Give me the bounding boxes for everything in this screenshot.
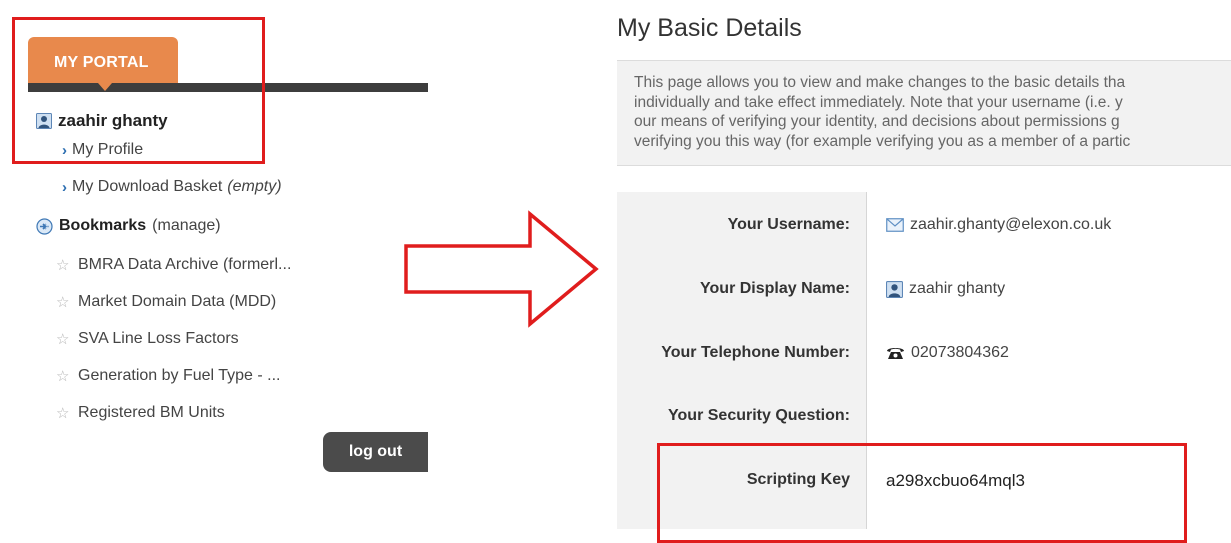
- telephone-icon: [887, 348, 904, 359]
- logout-button[interactable]: log out: [323, 432, 428, 472]
- bookmarks-header: Bookmarks (manage): [36, 217, 221, 235]
- bookmark-label: BMRA Data Archive (formerl...: [78, 255, 292, 273]
- scripting-key-value[interactable]: a298xcbuo64mql3: [886, 471, 1025, 491]
- user-icon: [886, 280, 903, 298]
- bookmark-label: Market Domain Data (MDD): [78, 292, 277, 310]
- star-outline-icon[interactable]: ☆: [56, 367, 70, 385]
- scripting-key-text: a298xcbuo64mql3: [886, 471, 1025, 490]
- user-name-row[interactable]: zaahir ghanty: [36, 111, 168, 131]
- username-value[interactable]: zaahir.ghanty@elexon.co.uk: [886, 216, 1111, 234]
- my-download-basket-label: My Download Basket: [72, 178, 223, 195]
- my-profile-link[interactable]: › My Profile: [62, 141, 143, 159]
- bookmark-list: ☆ BMRA Data Archive (formerl... ☆ Market…: [56, 246, 291, 431]
- bookmark-label: SVA Line Loss Factors: [78, 329, 239, 347]
- portal-tab-pointer: [98, 83, 112, 91]
- page-title: My Basic Details: [617, 14, 802, 42]
- intro-text-box: This page allows you to view and make ch…: [617, 60, 1231, 166]
- star-outline-icon[interactable]: ☆: [56, 256, 70, 274]
- bookmarks-icon: [36, 217, 53, 235]
- right-arrow-icon: [404, 210, 599, 328]
- username-text: zaahir.ghanty@elexon.co.uk: [910, 216, 1112, 233]
- download-basket-status: (empty): [227, 178, 282, 195]
- chevron-right-icon: ›: [62, 178, 67, 196]
- chevron-right-icon: ›: [62, 141, 67, 159]
- intro-text-line: verifying you this way (for example veri…: [634, 132, 1131, 150]
- display-name-text: zaahir ghanty: [909, 280, 1006, 297]
- intro-text-line: our means of verifying your identity, an…: [634, 113, 1120, 130]
- my-portal-tab[interactable]: MY PORTAL: [28, 37, 178, 83]
- bookmark-item[interactable]: ☆ Registered BM Units: [56, 394, 291, 431]
- my-profile-label: My Profile: [72, 141, 144, 158]
- bookmark-item[interactable]: ☆ BMRA Data Archive (formerl...: [56, 246, 291, 283]
- my-portal-tab-label: MY PORTAL: [54, 54, 149, 71]
- bookmarks-manage-link[interactable]: (manage): [152, 217, 220, 235]
- details-table: Your Username: Your Display Name: Your T…: [617, 192, 1231, 529]
- star-outline-icon[interactable]: ☆: [56, 293, 70, 311]
- star-outline-icon[interactable]: ☆: [56, 330, 70, 348]
- user-name: zaahir ghanty: [58, 111, 168, 130]
- scripting-key-label: Scripting Key: [746, 471, 850, 488]
- intro-text-line: This page allows you to view and make ch…: [634, 74, 1126, 91]
- details-label-column: Your Username: Your Display Name: Your T…: [617, 192, 867, 529]
- intro-text-line: individually and take effect immediately…: [634, 93, 1123, 111]
- telephone-label: Your Telephone Number:: [661, 344, 850, 361]
- telephone-value[interactable]: 02073804362: [886, 344, 1009, 362]
- bookmark-item[interactable]: ☆ Market Domain Data (MDD): [56, 283, 291, 320]
- user-icon: [36, 113, 52, 129]
- portal-header-bar: [28, 83, 428, 92]
- bookmark-item[interactable]: ☆ Generation by Fuel Type - ...: [56, 357, 291, 394]
- display-name-label: Your Display Name:: [700, 280, 850, 297]
- telephone-text: 02073804362: [911, 344, 1009, 361]
- bookmarks-title: Bookmarks: [59, 217, 147, 234]
- username-label: Your Username:: [727, 216, 850, 233]
- envelope-icon: [886, 218, 904, 232]
- security-question-label: Your Security Question:: [668, 407, 850, 424]
- logout-label: log out: [348, 443, 403, 460]
- star-outline-icon[interactable]: ☆: [56, 404, 70, 422]
- display-name-value[interactable]: zaahir ghanty: [886, 280, 1005, 298]
- bookmark-item[interactable]: ☆ SVA Line Loss Factors: [56, 320, 291, 357]
- bookmark-label: Registered BM Units: [78, 403, 225, 421]
- my-download-basket-link[interactable]: › My Download Basket (empty): [62, 178, 282, 196]
- bookmark-label: Generation by Fuel Type - ...: [78, 366, 281, 384]
